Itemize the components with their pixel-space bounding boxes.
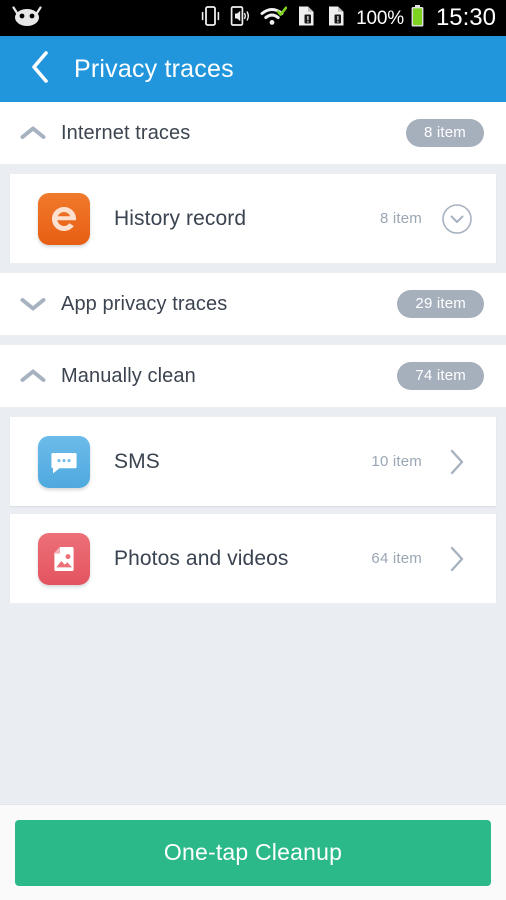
app-screen: 100% 15:30 Privacy traces Internet trace… [0, 0, 506, 900]
photo-image-icon [38, 532, 90, 585]
chevron-up-icon [20, 363, 46, 389]
empty-space [0, 603, 506, 804]
section-count-badge: 74 item [397, 362, 484, 390]
battery-icon [410, 4, 425, 33]
list-item-count: 8 item [379, 210, 422, 227]
bottom-action-bar: One-tap Cleanup [0, 804, 506, 900]
section-title: Internet traces [61, 121, 191, 144]
card-internet-traces: History record 8 item [10, 174, 496, 263]
list-item-photos-and-videos[interactable]: Photos and videos 64 item [10, 514, 496, 603]
sms-bubble-icon [38, 435, 90, 488]
one-tap-cleanup-button[interactable]: One-tap Cleanup [15, 819, 491, 886]
list-item-label: History record [114, 206, 247, 230]
wifi-icon [260, 5, 288, 32]
sim-card-1-alert-icon [296, 5, 317, 32]
list-item-sms[interactable]: SMS 10 item [10, 417, 496, 506]
section-spacer [0, 335, 506, 345]
content-scroll-area[interactable]: Internet traces 8 item History record 8 … [0, 102, 506, 804]
section-count-badge: 8 item [405, 119, 484, 147]
section-spacer [0, 407, 506, 417]
list-item-history-record[interactable]: History record 8 item [10, 174, 496, 263]
chevron-up-icon [20, 120, 46, 146]
status-bar: 100% 15:30 [0, 0, 506, 36]
list-item-label: SMS [114, 449, 160, 473]
section-title: Manually clean [61, 364, 196, 387]
section-header-internet-traces[interactable]: Internet traces 8 item [0, 102, 506, 164]
card-sms: SMS 10 item [10, 417, 496, 506]
section-spacer [0, 263, 506, 273]
page-title: Privacy traces [74, 54, 234, 83]
android-robot-icon [12, 5, 42, 32]
section-count-badge: 29 item [397, 290, 484, 318]
ringer-sound-icon [230, 5, 251, 32]
back-button[interactable] [22, 49, 58, 89]
section-spacer [0, 164, 506, 174]
chevron-right-icon[interactable] [440, 445, 474, 479]
card-photos-and-videos: Photos and videos 64 item [10, 514, 496, 603]
chevron-left-icon [29, 50, 51, 89]
vibrate-icon [200, 5, 221, 32]
app-bar: Privacy traces [0, 36, 506, 102]
status-bar-clock: 15:30 [435, 4, 496, 31]
status-bar-left [12, 5, 42, 32]
battery-percent-label: 100% [356, 7, 404, 29]
section-header-manually-clean[interactable]: Manually clean 74 item [0, 345, 506, 407]
list-item-count: 64 item [371, 550, 422, 567]
section-header-app-privacy-traces[interactable]: App privacy traces 29 item [0, 273, 506, 335]
list-item-label: Photos and videos [114, 546, 289, 570]
sim-card-2-alert-icon [326, 5, 347, 32]
chevron-right-icon[interactable] [440, 542, 474, 576]
status-bar-right: 100% 15:30 [200, 4, 496, 33]
browser-e-icon [38, 192, 90, 245]
section-title: App privacy traces [61, 292, 228, 315]
list-item-count: 10 item [371, 453, 422, 470]
chevron-down-icon [20, 291, 46, 317]
circle-chevron-down-icon[interactable] [440, 202, 474, 236]
